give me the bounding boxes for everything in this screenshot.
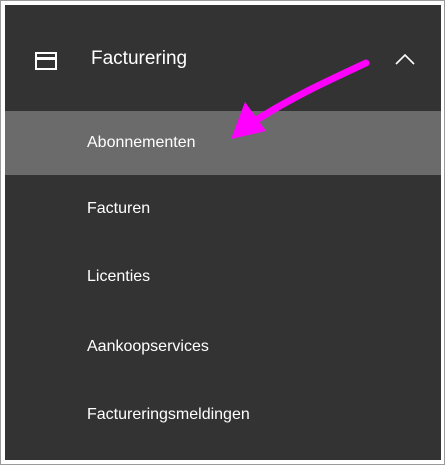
navigation-panel: Facturering Abonnementen Facturen Licent… [5,5,441,460]
menu-item-abonnementen[interactable]: Abonnementen [5,111,441,175]
billing-section-header[interactable]: Facturering [5,5,441,97]
menu-item-label: Aankoopservices [87,338,209,355]
screenshot-frame: Facturering Abonnementen Facturen Licent… [0,0,445,465]
menu-item-label: Facturen [87,200,151,217]
section-title: Facturering [91,48,188,69]
menu-item-label: Licenties [87,268,151,285]
menu-item-facturen[interactable]: Facturen [5,177,441,241]
menu-item-label: Factureringsmeldingen [87,406,250,423]
credit-card-icon [35,52,57,70]
menu-item-aankoopservices[interactable]: Aankoopservices [5,315,441,379]
menu-item-factureringsmeldingen[interactable]: Factureringsmeldingen [5,383,441,447]
menu-item-label: Abonnementen [87,134,196,151]
menu-item-licenties[interactable]: Licenties [5,245,441,309]
chevron-up-icon[interactable] [394,51,416,67]
